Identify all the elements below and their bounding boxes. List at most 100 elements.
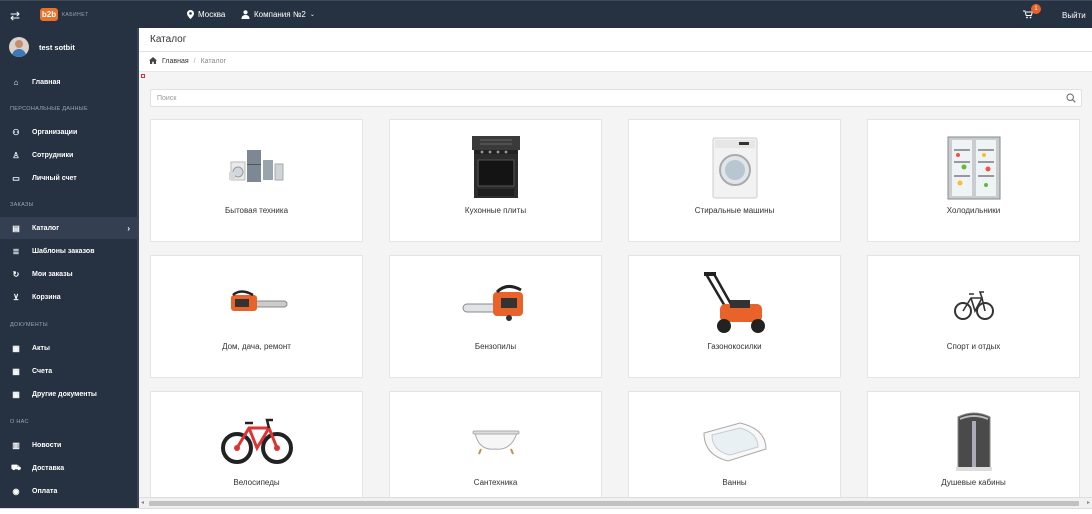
sitemap-icon: ⚇	[12, 127, 20, 137]
category-label: Бытовая техника	[224, 206, 289, 215]
sidebar-item-label: Корзина	[32, 293, 61, 301]
category-label: Спорт и отдых	[946, 342, 1001, 351]
location-pin-icon	[187, 10, 194, 19]
sidebar-item-label: Счета	[32, 367, 53, 375]
sidebar-item-account[interactable]: ▭ Личный счет	[0, 167, 139, 189]
page-title: Каталог	[150, 34, 187, 45]
section-documents: ДОКУМЕНТЫ	[10, 322, 48, 328]
section-orders: ЗАКАЗЫ	[10, 202, 34, 208]
refrigerator-image	[934, 132, 1014, 204]
sidebar-item-news[interactable]: ▥ Новости	[0, 434, 139, 456]
category-label: Кухонные плиты	[464, 206, 527, 215]
category-card[interactable]: Газонокосилки	[628, 255, 841, 378]
sidebar-item-employees[interactable]: ♙ Сотрудники	[0, 144, 139, 166]
category-label: Холодильники	[946, 206, 1001, 215]
category-card[interactable]: Бензопилы	[389, 255, 602, 378]
category-label: Сантехника	[473, 478, 518, 487]
category-card[interactable]: Велосипеды	[150, 391, 363, 508]
cart-icon: ⊻	[13, 292, 19, 302]
bathtub-image	[456, 404, 536, 476]
logo-subtitle: КАБИНЕТ	[62, 12, 89, 18]
category-label: Дом, дача, ремонт	[222, 342, 291, 351]
search-input[interactable]	[157, 93, 1037, 104]
category-card[interactable]: Спорт и отдых	[867, 255, 1080, 378]
top-bar: ⇄ b2b КАБИНЕТ Москва Компания №2 ⌄ 1 Вый…	[0, 0, 1092, 28]
breadcrumb-separator: /	[193, 58, 196, 65]
category-label: Газонокосилки	[707, 342, 762, 351]
sidebar-item-home[interactable]: ⌂ Главная	[0, 71, 139, 93]
category-card[interactable]: Холодильники	[867, 119, 1080, 242]
category-card[interactable]: Ванны	[628, 391, 841, 508]
category-label: Ванны	[722, 478, 747, 487]
lawn-mower-image	[695, 268, 775, 340]
category-label: Стиральные машины	[694, 206, 775, 215]
sidebar-item-organizations[interactable]: ⚇ Организации	[0, 121, 139, 143]
logo[interactable]: b2b	[40, 8, 58, 21]
scroll-right-icon[interactable]: ▸	[1087, 499, 1090, 506]
scrollbar-thumb[interactable]	[149, 501, 1079, 506]
scroll-left-icon[interactable]: ◂	[141, 499, 144, 506]
credit-card-icon: ▭	[12, 173, 20, 183]
catalog-icon: ▤	[12, 223, 20, 233]
city-selector[interactable]: Москва	[187, 10, 225, 19]
document-icon: ▦	[12, 343, 20, 353]
sidebar-item-cart[interactable]: ⊻ Корзина	[0, 286, 139, 308]
sidebar-item-my-orders[interactable]: ↻ Мои заказы	[0, 263, 139, 285]
coin-icon: ◉	[12, 486, 20, 496]
document-icon: ▦	[12, 389, 20, 399]
sidebar-item-delivery[interactable]: ⛟ Доставка	[0, 457, 139, 479]
window-bottom-edge	[0, 508, 1092, 514]
company-selector[interactable]: Компания №2 ⌄	[241, 10, 315, 19]
user-icon: ♙	[12, 150, 20, 160]
cart-count-badge: 1	[1031, 4, 1041, 14]
category-card[interactable]: Кухонные плиты	[389, 119, 602, 242]
category-label: Велосипеды	[233, 478, 280, 487]
logout-link[interactable]: Выйти	[1062, 11, 1086, 20]
chainsaw-image	[217, 268, 297, 340]
search-box	[150, 89, 1082, 107]
avatar	[9, 37, 29, 57]
sidebar-item-invoices[interactable]: ▦ Счета	[0, 360, 139, 382]
category-card[interactable]: Дом, дача, ремонт	[150, 255, 363, 378]
user-profile[interactable]: test sotbit	[9, 37, 75, 57]
menu-toggle-icon[interactable]: ⇄	[10, 9, 20, 23]
sidebar-item-payment[interactable]: ◉ Оплата	[0, 480, 139, 502]
sidebar-item-catalog[interactable]: ▤ Каталог ›	[0, 217, 139, 239]
gas-chainsaw-image	[456, 268, 536, 340]
sidebar-item-label: Доставка	[32, 464, 65, 472]
sidebar-item-other-docs[interactable]: ▦ Другие документы	[0, 383, 139, 405]
bicycle-image	[217, 404, 297, 476]
sidebar-item-label: Мои заказы	[32, 270, 73, 278]
sidebar-item-acts[interactable]: ▦ Акты	[0, 337, 139, 359]
list-icon: ≣	[12, 246, 20, 256]
appliances-image	[217, 132, 297, 204]
category-card[interactable]: Душевые кабины	[867, 391, 1080, 508]
chevron-down-icon: ⌄	[309, 12, 315, 18]
category-label: Бензопилы	[474, 342, 517, 351]
sidebar-item-label: Главная	[32, 78, 61, 86]
horizontal-scrollbar[interactable]: ◂ ▸	[139, 497, 1092, 508]
sidebar-item-label: Другие документы	[32, 390, 97, 398]
category-card[interactable]: Бытовая техника	[150, 119, 363, 242]
category-card[interactable]: Сантехника	[389, 391, 602, 508]
city-label: Москва	[198, 10, 226, 19]
category-label: Душевые кабины	[941, 478, 1006, 487]
refresh-icon: ↻	[12, 269, 20, 279]
user-tie-icon	[241, 10, 250, 19]
truck-icon: ⛟	[11, 463, 22, 472]
chevron-right-icon: ›	[127, 223, 130, 233]
sidebar-item-label: Сотрудники	[32, 151, 74, 159]
corner-bath-image	[695, 404, 775, 476]
washing-machine-image	[695, 132, 775, 204]
stove-image	[456, 132, 536, 204]
shower-cabin-image	[934, 404, 1014, 476]
sidebar-item-label: Организации	[32, 128, 78, 136]
home-icon[interactable]	[149, 57, 157, 66]
category-card[interactable]: Стиральные машины	[628, 119, 841, 242]
sidebar-item-templates[interactable]: ≣ Шаблоны заказов	[0, 240, 139, 262]
newspaper-icon: ▥	[12, 440, 20, 450]
broken-image-icon	[141, 74, 145, 78]
search-icon[interactable]	[1066, 93, 1076, 103]
breadcrumb-home[interactable]: Главная	[162, 58, 189, 65]
sidebar-item-label: Оплата	[32, 487, 58, 495]
